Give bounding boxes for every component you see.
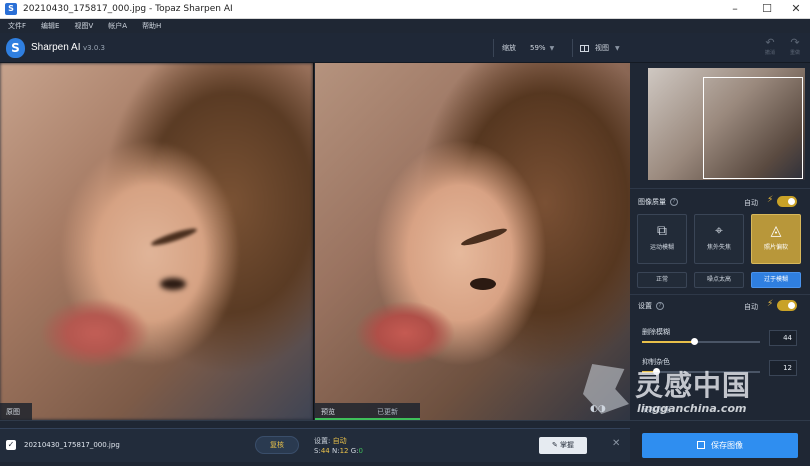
mode-label: 运动模糊 (649, 244, 674, 251)
menu-bar: 文件F 编辑E 视图V 帐户A 帮助H (0, 19, 810, 33)
photo-detail (149, 225, 199, 249)
mode-motion-blur-button[interactable]: ⧉ 运动模糊 (637, 214, 687, 264)
original-tag-label: 原图 (6, 407, 20, 416)
zoom-dropdown[interactable]: 缩放 59% ▼ (493, 39, 561, 57)
zoom-label: 缩放 (502, 44, 516, 52)
app-window: S 20210430_175817_000.jpg - Topaz Sharpe… (0, 0, 810, 466)
sharpen-logo-icon: S (6, 38, 25, 58)
slider-fill (642, 341, 694, 343)
maximize-button[interactable]: ☐ (752, 0, 782, 19)
help-icon[interactable]: ? (670, 198, 678, 206)
remove-blur-slider[interactable] (642, 338, 760, 345)
view-label: 视图 (595, 44, 609, 52)
photo-detail (459, 225, 509, 249)
zoom-value: 59% (530, 44, 546, 52)
divider (630, 294, 810, 295)
settings-summary-label: 设置: (314, 437, 331, 445)
review-button[interactable]: 复核 (255, 436, 299, 454)
redo-label: 重做 (789, 50, 800, 56)
quality-auto-toggle[interactable] (777, 196, 797, 207)
original-image-pane[interactable]: 原图 (0, 63, 314, 420)
mode-too-soft-button[interactable]: ◬ 照片偏软 (751, 214, 801, 264)
preview-status: 已更新 (377, 407, 398, 416)
image-quality-title: 图像质量 (638, 198, 666, 206)
save-image-label: 保存图像 (711, 441, 743, 450)
app-logo-icon: S (5, 3, 17, 15)
compare-icon[interactable]: ◐◑ (590, 404, 606, 414)
stat-s-label: S: (314, 447, 321, 455)
help-icon[interactable]: ? (656, 302, 664, 310)
stat-s-value: 44 (320, 447, 330, 455)
settings-summary: 设置: 自动 (314, 436, 347, 446)
save-icon (697, 441, 705, 449)
chevron-down-icon: ▼ (549, 44, 555, 52)
settings-heading: 设置? (638, 301, 664, 311)
stat-g-label: G: (350, 447, 359, 455)
app-header: S Sharpen AI v3.0.3 缩放 59% ▼ 视图 ▼ ↶ 撤消 ↷… (0, 33, 810, 63)
focus-icon: ⌖ (715, 223, 723, 239)
menu-edit[interactable]: 编辑E (41, 21, 59, 31)
menu-view[interactable]: 视图V (74, 21, 93, 31)
drop-icon: ◬ (770, 223, 782, 239)
app-name: Sharpen AI (31, 42, 81, 53)
mask-button-label: 掌握 (560, 441, 575, 449)
brush-icon: ✎ (551, 441, 558, 449)
divider (630, 188, 810, 189)
bolt-icon: ⚡ (767, 195, 774, 205)
bolt-icon: ⚡ (767, 299, 774, 309)
stat-n-value: 12 (339, 447, 349, 455)
slider-handle[interactable] (690, 338, 698, 345)
original-tag: 原图 (0, 403, 32, 420)
original-photo (0, 63, 313, 420)
view-dropdown[interactable]: 视图 ▼ (572, 39, 632, 57)
watermark-url: lingganchina.com (637, 402, 747, 415)
remove-blur-label: 删除模糊 (642, 328, 670, 336)
photo-detail (470, 278, 496, 290)
stat-n-label: N: (331, 447, 340, 455)
save-image-button[interactable]: 保存图像 (642, 433, 798, 458)
settings-auto-label: 自动 (744, 303, 758, 311)
mode-label: 照片偏软 (763, 244, 788, 251)
undo-icon: ↶ (765, 36, 775, 49)
camera-motion-icon: ⧉ (657, 223, 667, 239)
file-name: 20210430_175817_000.jpg (24, 441, 120, 449)
settings-auto-toggle[interactable] (777, 300, 797, 311)
title-bar: S 20210430_175817_000.jpg - Topaz Sharpe… (0, 0, 810, 19)
undo-button[interactable]: ↶ 撤消 (759, 36, 781, 57)
file-checkbox[interactable]: ✓ (6, 440, 16, 450)
settings-stats: S:44 N:12 G:0 (314, 447, 363, 455)
settings-summary-value: 自动 (332, 437, 347, 445)
menu-file[interactable]: 文件F (8, 21, 26, 31)
remove-blur-value[interactable]: 44 (769, 330, 797, 346)
window-title: 20210430_175817_000.jpg - Topaz Sharpen … (23, 4, 233, 14)
submode-noisy-button[interactable]: 噪点太高 (694, 272, 744, 288)
image-quality-heading: 图像质量? (638, 197, 678, 207)
quality-auto-label: 自动 (744, 199, 758, 207)
split-view-icon (580, 44, 589, 52)
mode-out-of-focus-button[interactable]: ⌖ 焦外失焦 (694, 214, 744, 264)
watermark-logo: 灵感中国 lingganchina.com (583, 362, 783, 424)
watermark-text: 灵感中国 (635, 369, 752, 402)
navigator-viewport-frame[interactable] (703, 77, 803, 179)
menu-help[interactable]: 帮助H (142, 21, 161, 31)
minimize-button[interactable]: – (720, 0, 750, 19)
undo-label: 撤消 (764, 50, 775, 56)
preview-tag-label: 预览 (321, 407, 335, 416)
mode-label: 焦外失焦 (706, 244, 731, 251)
photo-detail (160, 278, 186, 290)
stat-g-value: 0 (358, 447, 363, 455)
redo-icon: ↷ (790, 36, 800, 49)
submode-normal-button[interactable]: 正常 (637, 272, 687, 288)
settings-title: 设置 (638, 302, 652, 310)
menu-account[interactable]: 帐户A (108, 21, 127, 31)
close-window-button[interactable]: ✕ (781, 0, 810, 19)
app-version: v3.0.3 (83, 44, 105, 52)
chevron-down-icon: ▼ (615, 44, 620, 52)
submode-very-blurry-button[interactable]: 过于模糊 (751, 272, 801, 288)
remove-file-button[interactable]: ✕ (612, 438, 620, 449)
redo-button[interactable]: ↷ 重做 (784, 36, 806, 57)
mask-button[interactable]: ✎ 掌握 (539, 437, 587, 454)
